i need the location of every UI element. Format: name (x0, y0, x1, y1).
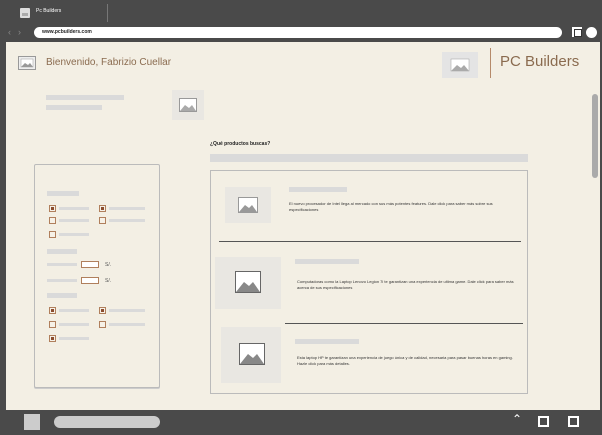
image-icon (179, 98, 197, 112)
url-input[interactable]: www.pcbuilders.com (34, 27, 562, 38)
currency-label: S/. (105, 262, 112, 268)
product-image (221, 327, 281, 383)
filter-panel: S/. S/. (34, 164, 160, 388)
price-min-input[interactable] (81, 261, 99, 268)
filter-title-placeholder (47, 293, 77, 298)
placeholder-line (46, 95, 124, 100)
brand-separator (490, 48, 491, 78)
filter-option-placeholder (109, 219, 145, 222)
filter-option-placeholder (109, 309, 145, 312)
filter-checkbox[interactable] (49, 335, 56, 342)
square-icon[interactable] (568, 416, 579, 427)
filter-title-placeholder (47, 191, 79, 196)
product-title-placeholder (295, 339, 359, 344)
filter-checkbox[interactable] (49, 231, 56, 238)
logo-image-icon (442, 52, 478, 78)
product-description: Esta laptop HP te garantizan una experie… (297, 355, 513, 366)
filter-option-placeholder (59, 207, 89, 210)
filter-checkbox[interactable] (49, 321, 56, 328)
product-image (215, 257, 281, 309)
chevron-up-icon[interactable]: ⌃ (512, 412, 522, 426)
scrollbar-thumb[interactable] (592, 94, 598, 178)
image-icon (239, 343, 265, 365)
hero-image (172, 90, 204, 120)
filter-checkbox[interactable] (49, 217, 56, 224)
search-label: ¿Qué productos buscas? (210, 141, 271, 147)
chevron-left-icon[interactable]: ‹ (8, 27, 11, 37)
product-divider (219, 241, 521, 242)
filter-checkbox[interactable] (99, 321, 106, 328)
image-icon (235, 271, 261, 293)
search-input[interactable] (210, 154, 528, 162)
image-icon (238, 197, 258, 213)
filter-option-placeholder (59, 309, 89, 312)
circle-icon[interactable] (586, 27, 597, 38)
filter-title-placeholder (47, 249, 77, 254)
product-title-placeholder (289, 187, 347, 192)
square-icon[interactable] (538, 416, 549, 427)
product-image (225, 187, 271, 223)
filter-option-placeholder (59, 323, 89, 326)
tab-bar: Pc Builders (6, 4, 600, 22)
product-description: Computadoras como la Laptop Lenovo Legio… (297, 279, 514, 290)
filter-checkbox[interactable] (49, 205, 56, 212)
bottom-bar: ⌃ (6, 412, 600, 432)
chevron-right-icon[interactable]: › (18, 27, 21, 37)
tab-title: Pc Builders (36, 8, 62, 14)
product-description: El nuevo procesador de Intel llega al me… (289, 201, 493, 212)
page-content: Bienvenido, Fabrizio Cuellar PC Builders… (6, 42, 600, 410)
product-title-placeholder (295, 259, 359, 264)
square-icon[interactable] (572, 27, 582, 37)
square-icon[interactable] (24, 414, 40, 430)
range-label-placeholder (47, 263, 77, 266)
filter-checkbox[interactable] (49, 307, 56, 314)
image-icon (18, 56, 36, 70)
address-bar-row: ‹ › www.pcbuilders.com (6, 26, 600, 40)
filter-checkbox[interactable] (99, 205, 106, 212)
progress-pill[interactable] (54, 416, 160, 428)
image-icon (20, 8, 30, 18)
browser-tab[interactable]: Pc Builders (16, 4, 108, 22)
app-window: Pc Builders ‹ › www.pcbuilders.com Bienv… (0, 0, 602, 435)
brand-title: PC Builders (500, 53, 580, 70)
welcome-text: Bienvenido, Fabrizio Cuellar (46, 57, 172, 68)
filter-option-placeholder (109, 207, 145, 210)
filter-option-placeholder (59, 219, 89, 222)
product-list: El nuevo procesador de Intel llega al me… (210, 170, 528, 394)
filter-option-placeholder (109, 323, 145, 326)
url-text: www.pcbuilders.com (42, 29, 92, 35)
price-max-input[interactable] (81, 277, 99, 284)
filter-option-placeholder (59, 233, 89, 236)
product-divider (285, 323, 523, 324)
filter-checkbox[interactable] (99, 307, 106, 314)
range-label-placeholder (47, 279, 77, 282)
filter-option-placeholder (59, 337, 89, 340)
placeholder-line (46, 105, 102, 110)
filter-checkbox[interactable] (99, 217, 106, 224)
currency-label: S/. (105, 278, 112, 284)
